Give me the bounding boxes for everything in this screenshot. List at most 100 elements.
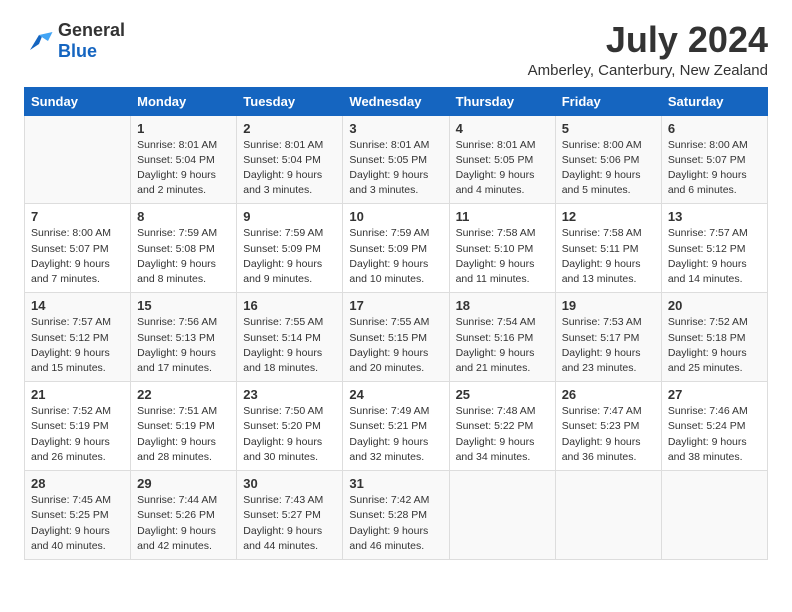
- day-number: 28: [31, 476, 124, 491]
- cell-detail: Sunrise: 7:59 AMSunset: 5:09 PMDaylight:…: [349, 226, 442, 287]
- calendar-cell: 19 Sunrise: 7:53 AMSunset: 5:17 PMDayligh…: [555, 293, 661, 382]
- day-number: 30: [243, 476, 336, 491]
- day-number: 21: [31, 387, 124, 402]
- calendar-row: 21 Sunrise: 7:52 AMSunset: 5:19 PMDayligh…: [25, 382, 768, 471]
- cell-detail: Sunrise: 7:52 AMSunset: 5:19 PMDaylight:…: [31, 404, 124, 465]
- cell-detail: Sunrise: 7:58 AMSunset: 5:10 PMDaylight:…: [456, 226, 549, 287]
- calendar-cell: 11Sunrise: 7:58 AMSunset: 5:10 PMDayligh…: [449, 204, 555, 293]
- calendar-row: 7 Sunrise: 8:00 AMSunset: 5:07 PMDaylight…: [25, 204, 768, 293]
- day-number: 29: [137, 476, 230, 491]
- cell-detail: Sunrise: 7:48 AMSunset: 5:22 PMDaylight:…: [456, 404, 549, 465]
- cell-detail: Sunrise: 7:44 AMSunset: 5:26 PMDaylight:…: [137, 493, 230, 554]
- location-subtitle: Amberley, Canterbury, New Zealand: [528, 62, 768, 79]
- calendar-cell: 20 Sunrise: 7:52 AMSunset: 5:18 PMDayligh…: [661, 293, 767, 382]
- logo: General Blue: [24, 20, 125, 62]
- calendar-cell: 4Sunrise: 8:01 AMSunset: 5:05 PMDaylight…: [449, 115, 555, 204]
- calendar-cell: 14Sunrise: 7:57 AMSunset: 5:12 PMDayligh…: [25, 293, 131, 382]
- day-number: 8: [137, 209, 230, 224]
- cell-detail: Sunrise: 7:59 AMSunset: 5:09 PMDaylight:…: [243, 226, 336, 287]
- calendar-header-row: SundayMondayTuesdayWednesdayThursdayFrid…: [25, 87, 768, 115]
- calendar-cell: 13 Sunrise: 7:57 AMSunset: 5:12 PMDayligh…: [661, 204, 767, 293]
- calendar-cell: 24 Sunrise: 7:49 AMSunset: 5:21 PMDayligh…: [343, 382, 449, 471]
- header-cell-sunday: Sunday: [25, 87, 131, 115]
- day-number: 9: [243, 209, 336, 224]
- cell-detail: Sunrise: 7:58 AMSunset: 5:11 PMDaylight:…: [562, 226, 655, 287]
- day-number: 1: [137, 121, 230, 136]
- day-number: 22: [137, 387, 230, 402]
- cell-detail: Sunrise: 7:42 AMSunset: 5:28 PMDaylight:…: [349, 493, 442, 554]
- header-cell-tuesday: Tuesday: [237, 87, 343, 115]
- cell-detail: Sunrise: 7:43 AMSunset: 5:27 PMDaylight:…: [243, 493, 336, 554]
- calendar-cell: 10 Sunrise: 7:59 AMSunset: 5:09 PMDayligh…: [343, 204, 449, 293]
- calendar-cell: 23 Sunrise: 7:50 AMSunset: 5:20 PMDayligh…: [237, 382, 343, 471]
- calendar-cell: 28 Sunrise: 7:45 AMSunset: 5:25 PMDayligh…: [25, 471, 131, 560]
- calendar-row: 14Sunrise: 7:57 AMSunset: 5:12 PMDayligh…: [25, 293, 768, 382]
- cell-detail: Sunrise: 7:51 AMSunset: 5:19 PMDaylight:…: [137, 404, 230, 465]
- cell-detail: Sunrise: 8:00 AMSunset: 5:07 PMDaylight:…: [31, 226, 124, 287]
- cell-detail: Sunrise: 7:45 AMSunset: 5:25 PMDaylight:…: [31, 493, 124, 554]
- calendar-cell: 6Sunrise: 8:00 AMSunset: 5:07 PMDaylight…: [661, 115, 767, 204]
- day-number: 12: [562, 209, 655, 224]
- calendar-cell: 2 Sunrise: 8:01 AMSunset: 5:04 PMDaylight…: [237, 115, 343, 204]
- logo-icon: [24, 29, 54, 53]
- calendar-row: 1 Sunrise: 8:01 AMSunset: 5:04 PMDaylight…: [25, 115, 768, 204]
- cell-detail: Sunrise: 7:50 AMSunset: 5:20 PMDaylight:…: [243, 404, 336, 465]
- cell-detail: Sunrise: 7:56 AMSunset: 5:13 PMDaylight:…: [137, 315, 230, 376]
- day-number: 27: [668, 387, 761, 402]
- calendar-cell: 27 Sunrise: 7:46 AMSunset: 5:24 PMDayligh…: [661, 382, 767, 471]
- day-number: 19: [562, 298, 655, 313]
- calendar-cell: 26 Sunrise: 7:47 AMSunset: 5:23 PMDayligh…: [555, 382, 661, 471]
- calendar-row: 28 Sunrise: 7:45 AMSunset: 5:25 PMDayligh…: [25, 471, 768, 560]
- day-number: 15: [137, 298, 230, 313]
- header-cell-wednesday: Wednesday: [343, 87, 449, 115]
- calendar-cell: 30 Sunrise: 7:43 AMSunset: 5:27 PMDayligh…: [237, 471, 343, 560]
- calendar-cell: 9 Sunrise: 7:59 AMSunset: 5:09 PMDaylight…: [237, 204, 343, 293]
- month-year-title: July 2024: [528, 20, 768, 60]
- calendar-cell: 18Sunrise: 7:54 AMSunset: 5:16 PMDayligh…: [449, 293, 555, 382]
- header-cell-thursday: Thursday: [449, 87, 555, 115]
- header: General Blue July 2024 Amberley, Canterb…: [24, 20, 768, 79]
- cell-detail: Sunrise: 8:01 AMSunset: 5:04 PMDaylight:…: [137, 138, 230, 199]
- cell-detail: Sunrise: 7:54 AMSunset: 5:16 PMDaylight:…: [456, 315, 549, 376]
- calendar-cell: 3 Sunrise: 8:01 AMSunset: 5:05 PMDaylight…: [343, 115, 449, 204]
- day-number: 20: [668, 298, 761, 313]
- calendar-table: SundayMondayTuesdayWednesdayThursdayFrid…: [24, 87, 768, 560]
- cell-detail: Sunrise: 7:52 AMSunset: 5:18 PMDaylight:…: [668, 315, 761, 376]
- day-number: 3: [349, 121, 442, 136]
- logo-general: General: [58, 20, 125, 40]
- day-number: 25: [456, 387, 549, 402]
- day-number: 26: [562, 387, 655, 402]
- day-number: 17: [349, 298, 442, 313]
- calendar-cell: 7 Sunrise: 8:00 AMSunset: 5:07 PMDaylight…: [25, 204, 131, 293]
- cell-detail: Sunrise: 8:01 AMSunset: 5:04 PMDaylight:…: [243, 138, 336, 199]
- day-number: 10: [349, 209, 442, 224]
- cell-detail: Sunrise: 8:01 AMSunset: 5:05 PMDaylight:…: [349, 138, 442, 199]
- day-number: 7: [31, 209, 124, 224]
- calendar-cell: [25, 115, 131, 204]
- logo-text: General Blue: [58, 20, 125, 62]
- day-number: 2: [243, 121, 336, 136]
- day-number: 13: [668, 209, 761, 224]
- cell-detail: Sunrise: 7:55 AMSunset: 5:14 PMDaylight:…: [243, 315, 336, 376]
- calendar-cell: 16Sunrise: 7:55 AMSunset: 5:14 PMDayligh…: [237, 293, 343, 382]
- calendar-cell: 21 Sunrise: 7:52 AMSunset: 5:19 PMDayligh…: [25, 382, 131, 471]
- calendar-cell: 22 Sunrise: 7:51 AMSunset: 5:19 PMDayligh…: [131, 382, 237, 471]
- calendar-cell: 12 Sunrise: 7:58 AMSunset: 5:11 PMDayligh…: [555, 204, 661, 293]
- calendar-cell: 15 Sunrise: 7:56 AMSunset: 5:13 PMDayligh…: [131, 293, 237, 382]
- calendar-cell: 31 Sunrise: 7:42 AMSunset: 5:28 PMDayligh…: [343, 471, 449, 560]
- cell-detail: Sunrise: 7:53 AMSunset: 5:17 PMDaylight:…: [562, 315, 655, 376]
- header-cell-saturday: Saturday: [661, 87, 767, 115]
- calendar-cell: [555, 471, 661, 560]
- day-number: 31: [349, 476, 442, 491]
- header-cell-monday: Monday: [131, 87, 237, 115]
- calendar-cell: 1 Sunrise: 8:01 AMSunset: 5:04 PMDaylight…: [131, 115, 237, 204]
- day-number: 24: [349, 387, 442, 402]
- cell-detail: Sunrise: 7:49 AMSunset: 5:21 PMDaylight:…: [349, 404, 442, 465]
- cell-detail: Sunrise: 7:57 AMSunset: 5:12 PMDaylight:…: [668, 226, 761, 287]
- logo-blue: Blue: [58, 41, 97, 61]
- day-number: 14: [31, 298, 124, 313]
- day-number: 23: [243, 387, 336, 402]
- cell-detail: Sunrise: 8:00 AMSunset: 5:07 PMDaylight:…: [668, 138, 761, 199]
- cell-detail: Sunrise: 7:46 AMSunset: 5:24 PMDaylight:…: [668, 404, 761, 465]
- cell-detail: Sunrise: 7:47 AMSunset: 5:23 PMDaylight:…: [562, 404, 655, 465]
